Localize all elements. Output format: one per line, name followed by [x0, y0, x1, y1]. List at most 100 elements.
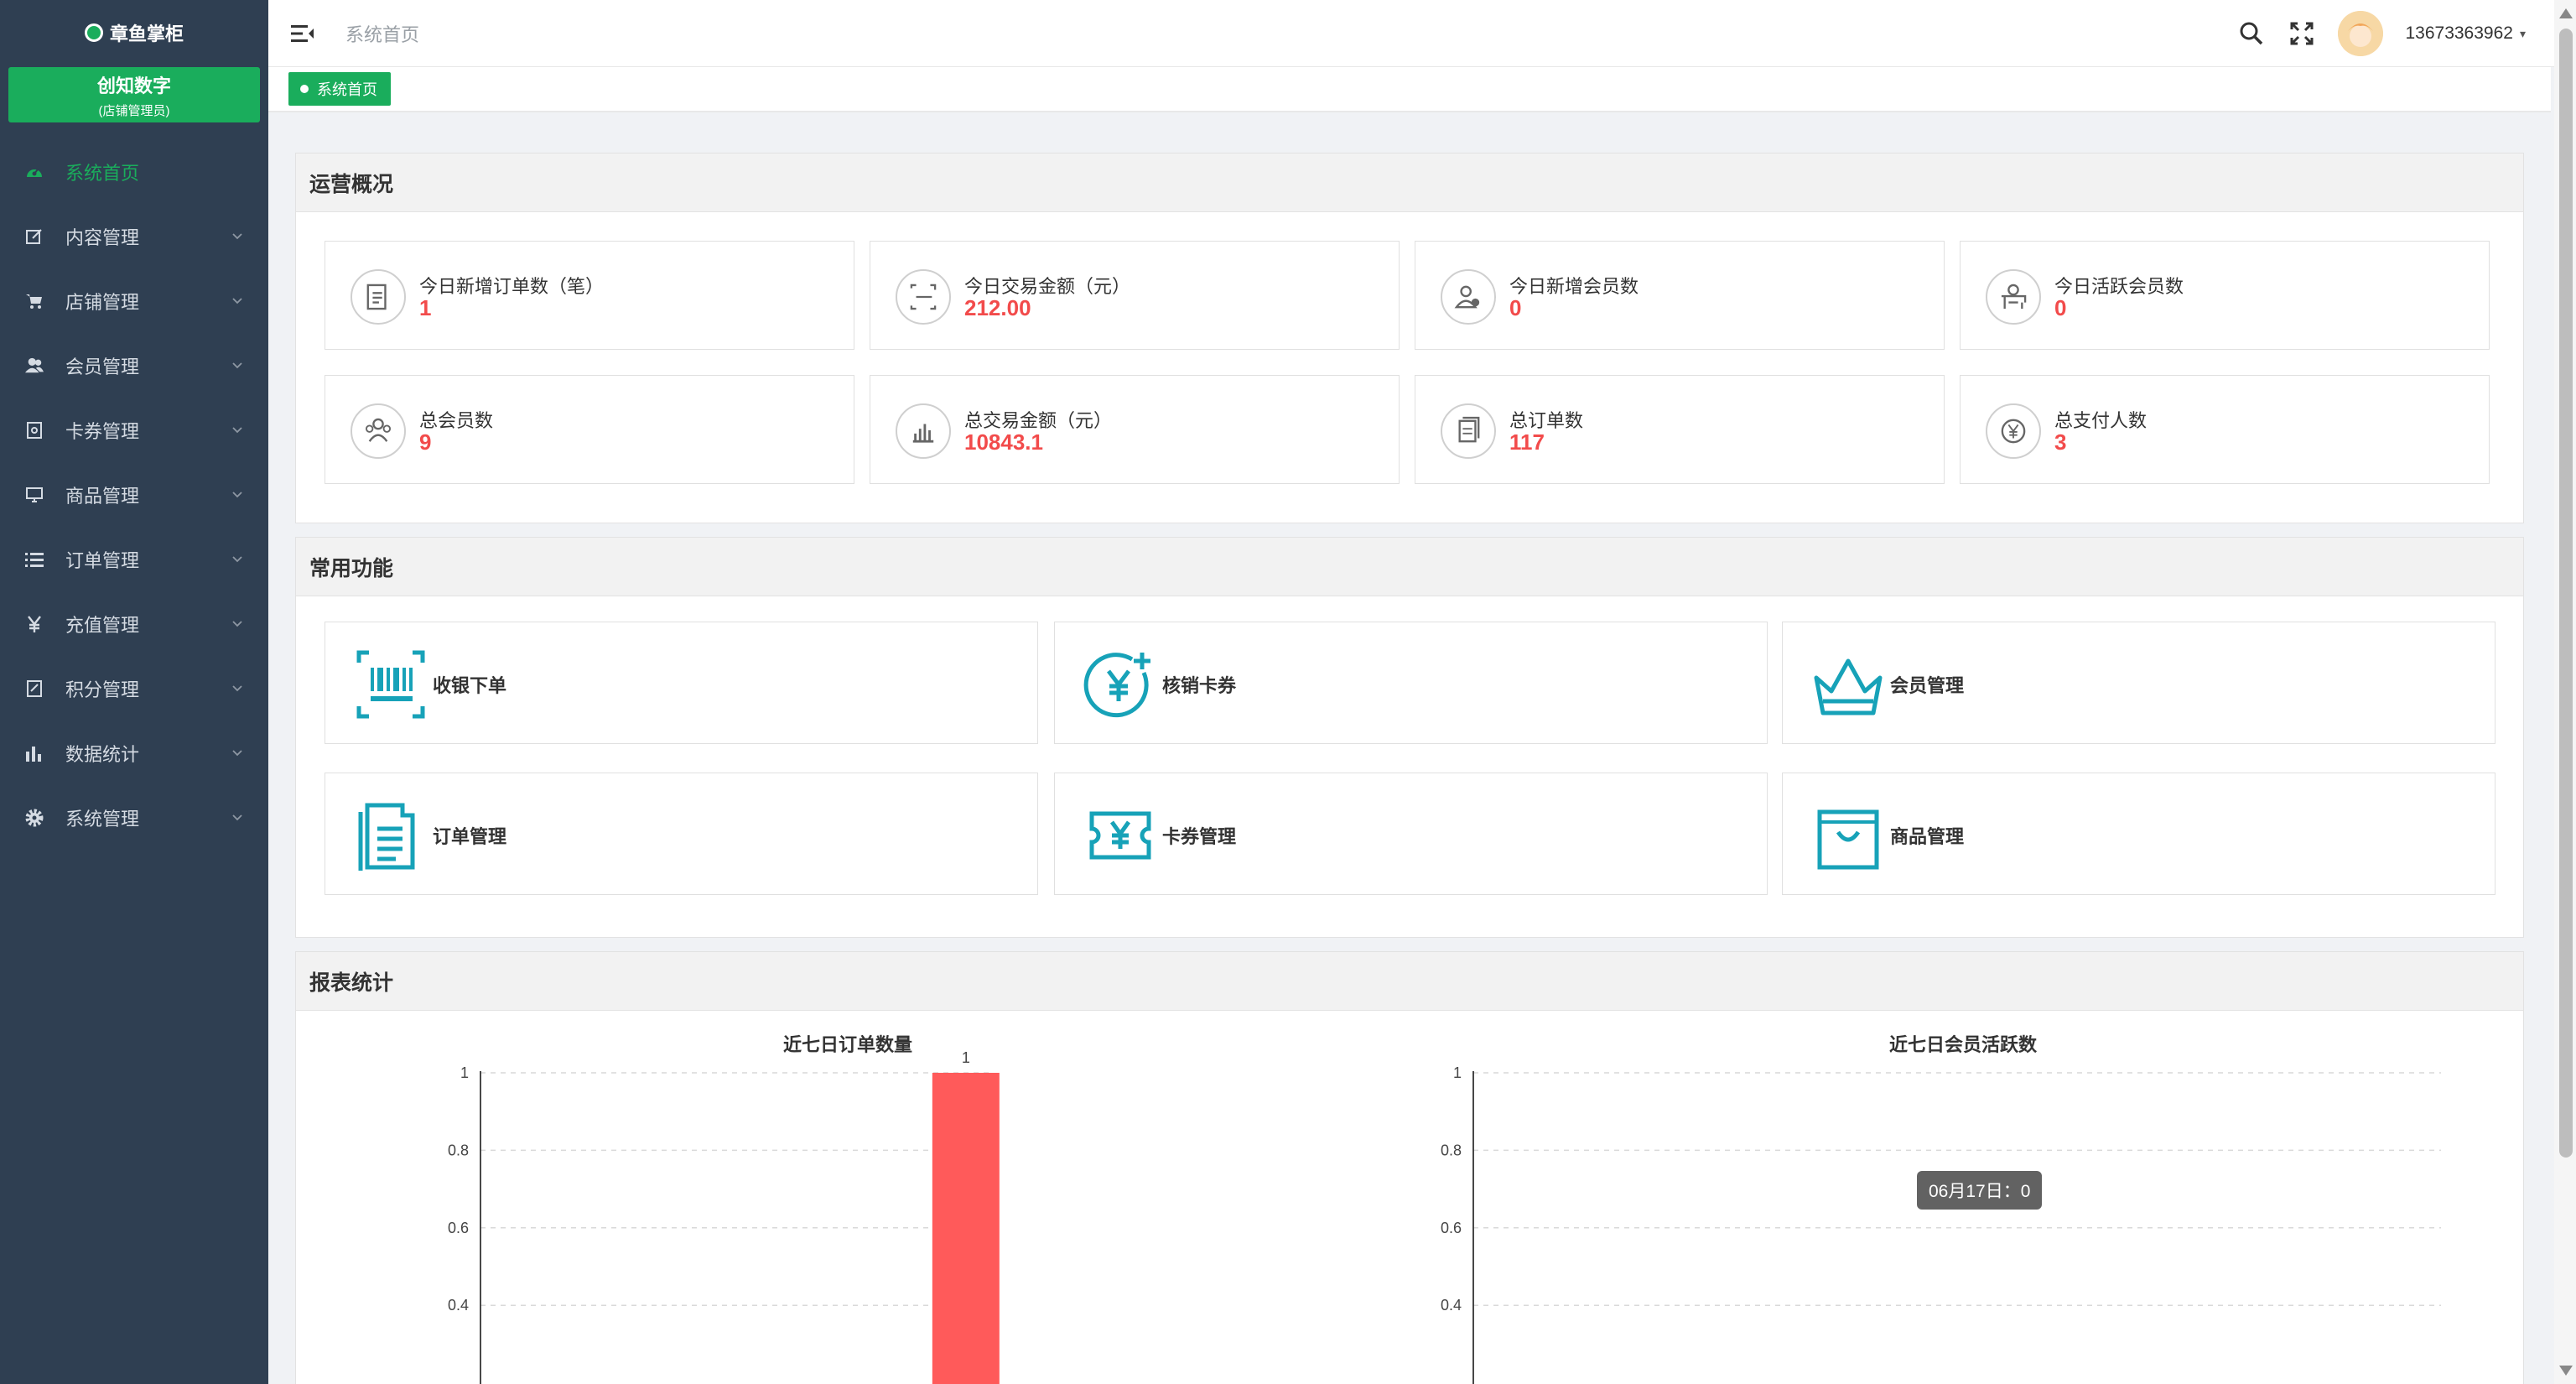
stat-label: 今日新增订单数（笔） [419, 276, 605, 297]
gear-icon [25, 809, 44, 827]
tab-home-label: 系统首页 [317, 81, 377, 98]
sidebar-item[interactable]: 订单管理 [0, 527, 268, 591]
function-shortcut[interactable]: 订单管理 [325, 773, 1038, 895]
chevron-down-icon [231, 489, 243, 501]
chevron-down-icon[interactable]: ▾ [2520, 27, 2526, 41]
fullscreen-icon[interactable] [2288, 19, 2316, 48]
sidebar-item[interactable]: 商品管理 [0, 462, 268, 527]
function-shortcut[interactable]: 商品管理 [1782, 773, 2496, 895]
chevron-down-icon [231, 747, 243, 759]
stat-value: 3 [2054, 429, 2067, 455]
stat-card: 总订单数 117 [1415, 375, 1945, 484]
chevron-down-icon [231, 295, 243, 307]
app-logo[interactable]: 章鱼掌柜 [0, 0, 268, 65]
stat-card: 今日新增会员数 0 [1415, 241, 1945, 350]
users-icon [25, 356, 44, 375]
user-avatar[interactable] [2338, 11, 2384, 56]
points-icon [25, 679, 44, 698]
sidebar-item-label: 积分管理 [65, 679, 140, 700]
chart-tooltip: 06月17日：0 [1917, 1171, 2043, 1210]
sidebar-item[interactable]: 充值管理 [0, 591, 268, 656]
menu-fold-icon [291, 24, 314, 42]
report-statistics-panel: 报表统计 近七日订单数量 1 0.8 0.6 0.4 1 近七日会员活跃数 1 0.8 0.6 0… [295, 951, 2524, 1384]
sidebar-item-label: 内容管理 [65, 226, 140, 248]
stat-card: 总交易金额（元） 10843.1 [870, 375, 1400, 484]
sidebar-item[interactable]: 系统管理 [0, 785, 268, 850]
dashboard-icon [25, 163, 44, 181]
y-tick-label: 1 [460, 1064, 469, 1081]
breadcrumb[interactable]: 系统首页 [345, 20, 419, 47]
function-label: 商品管理 [1890, 826, 1965, 847]
stat-value: 1 [419, 295, 432, 320]
octopus-logo-icon [84, 23, 103, 42]
scroll-down-icon[interactable] [2559, 1366, 2573, 1376]
chevron-down-icon [231, 424, 243, 436]
stat-label: 今日活跃会员数 [2054, 276, 2184, 297]
avatar-face-icon [2338, 11, 2384, 56]
chart-title: 近七日会员活跃数 [1889, 1034, 2038, 1055]
yen-plus-icon [1083, 648, 1157, 721]
store-role: (店铺管理员) [98, 103, 170, 118]
scroll-thumb[interactable] [2559, 29, 2573, 1158]
y-tick-label: 1 [1453, 1064, 1462, 1081]
stat-card: 总会员数 9 [325, 375, 854, 484]
sidebar-item[interactable]: 卡券管理 [0, 398, 268, 462]
store-info[interactable]: 创知数字 (店铺管理员) [8, 67, 260, 122]
function-label: 订单管理 [433, 826, 507, 847]
sidebar-item-label: 商品管理 [65, 485, 140, 507]
members-group-icon [351, 403, 406, 459]
bar-growth-icon [896, 403, 951, 459]
sidebar-item-label: 充值管理 [65, 614, 140, 636]
scan-money-icon [896, 269, 951, 325]
function-shortcut[interactable]: 会员管理 [1782, 622, 2496, 744]
sidebar: 章鱼掌柜 创知数字 (店铺管理员) 系统首页内容管理店铺管理会员管理 卡券管理商品… [0, 0, 268, 1384]
sidebar-item[interactable]: 内容管理 [0, 204, 268, 268]
stat-card: 今日活跃会员数 0 [1960, 241, 2490, 350]
sidebar-item[interactable]: 店铺管理 [0, 268, 268, 333]
function-label: 卡券管理 [1162, 826, 1237, 847]
stat-value: 9 [419, 429, 432, 455]
sidebar-item-label: 店铺管理 [65, 291, 140, 313]
y-tick-label: 0.4 [448, 1297, 469, 1314]
stat-value: 212.00 [964, 295, 1031, 320]
chevron-down-icon [231, 360, 243, 372]
page-scrollbar[interactable] [2554, 0, 2576, 1384]
function-shortcut[interactable]: 收银下单 [325, 622, 1038, 744]
tab-dot-icon [300, 85, 309, 93]
sidebar-toggle-button[interactable] [290, 21, 315, 46]
y-tick-label: 0.4 [1441, 1297, 1462, 1314]
store-name: 创知数字 [96, 75, 171, 96]
sidebar-item-label: 系统管理 [65, 808, 140, 830]
sidebar-item-label: 数据统计 [65, 743, 140, 765]
panel-title: 常用功能 [296, 538, 2523, 596]
search-icon[interactable] [2237, 19, 2266, 48]
stat-value: 0 [1509, 295, 1522, 320]
orders-chart: 近七日订单数量 1 0.8 0.6 0.4 1 [448, 1034, 1000, 1384]
logo-text: 章鱼掌柜 [109, 23, 184, 44]
user-name[interactable]: 13673363962 [2405, 23, 2512, 44]
stat-value: 10843.1 [964, 429, 1043, 455]
scroll-up-icon[interactable] [2559, 8, 2573, 18]
coupon-icon [25, 421, 44, 440]
new-member-icon [1441, 269, 1496, 325]
orders-stack-icon [1441, 403, 1496, 459]
function-shortcut[interactable]: 卡券管理 [1054, 773, 1768, 895]
chevron-down-icon [231, 618, 243, 630]
sidebar-item[interactable]: 会员管理 [0, 333, 268, 398]
sidebar-item-label: 订单管理 [65, 549, 140, 571]
edit-icon [25, 227, 44, 246]
tab-home[interactable]: 系统首页 [288, 72, 391, 106]
stat-label: 总支付人数 [2054, 410, 2148, 431]
stat-value: 117 [1509, 429, 1545, 455]
stat-value: 0 [2054, 295, 2067, 320]
y-tick-label: 0.8 [448, 1142, 469, 1158]
sidebar-item[interactable]: 系统首页 [0, 139, 268, 204]
top-header: 系统首页 13673363962 ▾ [268, 0, 2576, 67]
function-shortcut[interactable]: 核销卡券 [1054, 622, 1768, 744]
shopping-bag-icon [1811, 799, 1885, 872]
sidebar-item[interactable]: 数据统计 [0, 721, 268, 785]
y-tick-label: 0.6 [448, 1220, 469, 1236]
crown-icon [1811, 648, 1885, 721]
panel-title: 运营概况 [296, 153, 2523, 212]
sidebar-item[interactable]: 积分管理 [0, 656, 268, 721]
